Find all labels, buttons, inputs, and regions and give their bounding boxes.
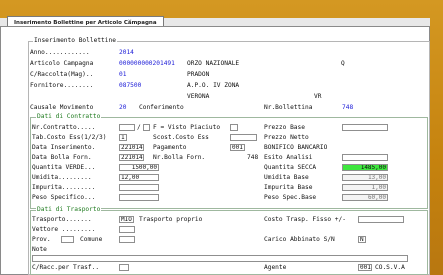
- umidita-base-label: Umidita Base: [264, 174, 309, 181]
- fornitore-label: Fornitore........: [30, 82, 94, 89]
- raccolta-desc: PRADON: [187, 71, 210, 78]
- nr-bollettina-value: 748: [342, 104, 354, 111]
- nr-bolla-label: Nr.Bolla Forn.: [153, 154, 206, 161]
- tab-costo-input[interactable]: 1: [119, 134, 127, 141]
- fornitore-code[interactable]: 087500: [119, 82, 141, 89]
- prezzo-netto-label: Prezzo Netto: [264, 134, 309, 141]
- causale-desc: Conferimento: [139, 104, 184, 111]
- comune-label: Comune: [80, 236, 103, 243]
- anno-label: Anno............: [30, 49, 90, 56]
- articolo-label: Articolo Campagna: [30, 60, 94, 67]
- causale-code[interactable]: 20: [119, 104, 126, 111]
- fornitore-desc2: VERONA: [187, 93, 210, 100]
- prov-label: Prov.: [32, 236, 51, 243]
- peso-spec-base-label: Peso Spec.Base: [264, 194, 317, 201]
- agente-code-input[interactable]: 001: [358, 264, 372, 271]
- prezzo-base-label: Prezzo Base: [264, 124, 305, 131]
- umidita-input[interactable]: 12,00: [119, 174, 159, 181]
- agente-label: Agente: [264, 264, 287, 271]
- fornitore-prov: VR: [314, 93, 322, 100]
- pagamento-desc: BONIFICO BANCARIO: [264, 144, 328, 151]
- scost-label: Scost.Costo Ess: [153, 134, 209, 141]
- c-racc-input[interactable]: [119, 264, 129, 271]
- prezzo-base-input[interactable]: [342, 124, 388, 131]
- nr-contratto-input[interactable]: [119, 124, 135, 131]
- pagamento-label: Pagamento: [153, 144, 187, 151]
- peso-spec-base-value: 60,00: [342, 194, 388, 201]
- quantita-verde-label: Quantita VERDE...: [32, 164, 96, 171]
- raccolta-label: C/Raccolta(Mag)..: [30, 71, 94, 78]
- contratto-title: Dati di Contratto: [36, 113, 102, 120]
- trasporto-desc: Trasporto proprio: [139, 216, 203, 223]
- quantita-secca-label: Quantita SECCA: [264, 164, 317, 171]
- articolo-q: Q: [341, 60, 345, 67]
- visto-input[interactable]: [143, 124, 150, 131]
- peso-specifico-input[interactable]: [119, 194, 159, 201]
- quantita-secca-value: 1485,00: [342, 164, 388, 171]
- visto-flag-input[interactable]: [230, 124, 238, 131]
- nr-contratto-label: Nr.Contratto.....: [32, 124, 96, 131]
- note-input[interactable]: [32, 255, 408, 262]
- esito-analisi-label: Esito Analisi: [264, 154, 313, 161]
- nr-contratto-slash: /: [137, 124, 141, 131]
- tab-costo-label: Tab.Costo Ess(1/2/3): [32, 134, 107, 141]
- anno-value: 2014: [119, 49, 134, 56]
- carico-abbinato-label: Carico Abbinato S/N: [264, 236, 335, 243]
- causale-label: Causale Movimento: [30, 104, 94, 111]
- articolo-desc: ORZO NAZIONALE: [187, 60, 240, 67]
- impurita-base-label: Impurita Base: [264, 184, 313, 191]
- carico-abbinato-input[interactable]: N: [358, 236, 366, 243]
- impurita-base-value: 1,00: [342, 184, 388, 191]
- nr-bollettina-label: Nr.Bollettina: [264, 104, 313, 111]
- costo-fisso-label: Costo Trasp. Fisso +/-: [264, 216, 346, 223]
- trasporto-label: Trasporto.......: [32, 216, 92, 223]
- nr-bolla-value[interactable]: 748: [247, 154, 258, 161]
- impurita-input[interactable]: [119, 184, 159, 191]
- articolo-code[interactable]: 000000000201491: [119, 60, 175, 67]
- c-racc-label: C/Racc.per Trasf..: [32, 264, 100, 271]
- note-label: Note: [32, 246, 47, 253]
- prov-input[interactable]: [61, 236, 74, 243]
- data-bolla-label: Data Bolla Forn.: [32, 154, 92, 161]
- scost-input[interactable]: [230, 134, 257, 141]
- comune-input[interactable]: [119, 236, 135, 243]
- section-header: Inserimento Bollettine: [33, 37, 117, 44]
- umidita-label: Umidita.........: [32, 174, 92, 181]
- vettore-label: Vettore .........: [32, 226, 96, 233]
- pagamento-code-input[interactable]: 001: [230, 144, 245, 151]
- visto-label: F = Visto Piaciuto: [153, 124, 221, 131]
- trasporto-code-input[interactable]: MIO: [119, 216, 134, 223]
- esito-analisi-input[interactable]: [342, 154, 388, 161]
- raccolta-code[interactable]: 01: [119, 71, 126, 78]
- impurita-label: Impurita.........: [32, 184, 96, 191]
- costo-fisso-input[interactable]: [358, 216, 404, 223]
- quantita-verde-input[interactable]: 1500,00: [119, 164, 159, 171]
- peso-specifico-label: Peso Specifico...: [32, 194, 96, 201]
- umidita-base-value: 13,00: [342, 174, 388, 181]
- trasporto-title: Dati di Trasporto: [36, 206, 102, 213]
- data-inserimento-label: Data Inserimento.: [32, 144, 96, 151]
- fornitore-desc1: A.P.O. IV ZONA: [187, 82, 240, 89]
- vettore-input[interactable]: [119, 226, 135, 233]
- data-bolla-input[interactable]: 221014: [119, 154, 144, 161]
- data-inserimento-input[interactable]: 221014: [119, 144, 144, 151]
- agente-desc: CO.S.V.A: [375, 264, 405, 271]
